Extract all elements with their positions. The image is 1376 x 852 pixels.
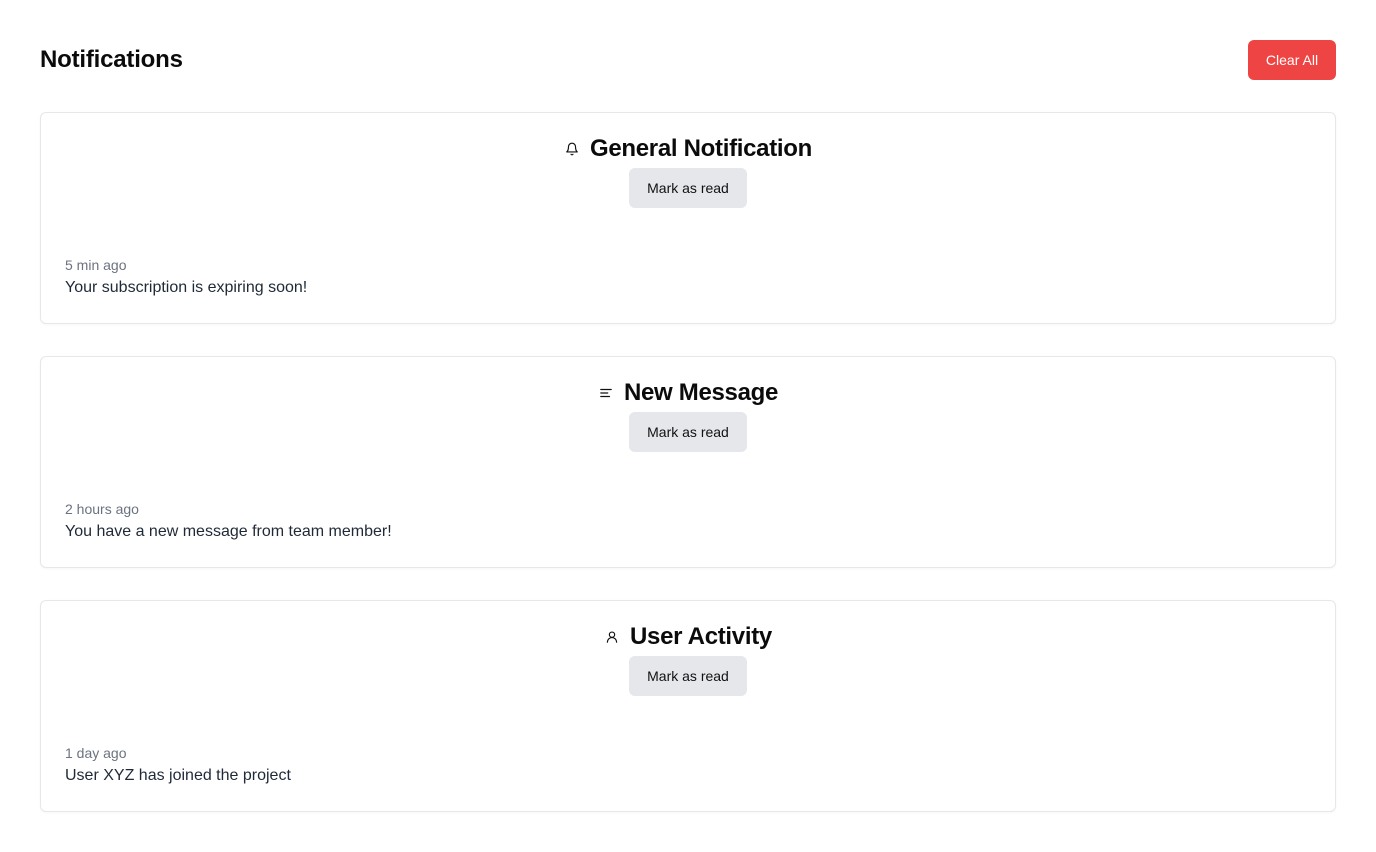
- notification-body: 2 hours ago You have a new message from …: [65, 499, 392, 543]
- notification-title-row: User Activity: [604, 621, 772, 653]
- notification-title: User Activity: [630, 623, 772, 650]
- notification-title-row: New Message: [598, 377, 778, 409]
- notification-title-row: General Notification: [564, 133, 812, 165]
- mark-as-read-button[interactable]: Mark as read: [629, 412, 747, 452]
- notification-time: 1 day ago: [65, 745, 127, 761]
- notification-title: General Notification: [589, 135, 813, 162]
- page-title: Notifications: [40, 46, 183, 73]
- message-lines-icon: [598, 385, 614, 401]
- notification-message: You have a new message from team member!: [65, 523, 392, 540]
- notification-header: New Message Mark as read: [41, 377, 1335, 452]
- notification-card: New Message Mark as read 2 hours ago You…: [40, 356, 1336, 568]
- notification-title: New Message: [623, 379, 779, 406]
- notification-card: User Activity Mark as read 1 day ago Use…: [40, 600, 1336, 812]
- notification-header: General Notification Mark as read: [41, 133, 1335, 208]
- notification-time: 2 hours ago: [65, 501, 139, 517]
- bell-icon: [564, 141, 580, 157]
- mark-as-read-button[interactable]: Mark as read: [629, 168, 747, 208]
- notification-body: 1 day ago User XYZ has joined the projec…: [65, 743, 291, 787]
- notification-card: General Notification Mark as read 5 min …: [40, 112, 1336, 324]
- notification-body: 5 min ago Your subscription is expiring …: [65, 255, 307, 299]
- notification-time: 5 min ago: [65, 257, 127, 273]
- mark-as-read-button[interactable]: Mark as read: [629, 656, 747, 696]
- notification-header: User Activity Mark as read: [41, 621, 1335, 696]
- page-header: Notifications Clear All: [40, 40, 1336, 80]
- user-icon: [604, 629, 620, 645]
- notification-message: Your subscription is expiring soon!: [65, 279, 308, 296]
- notification-message: User XYZ has joined the project: [65, 767, 291, 784]
- clear-all-button[interactable]: Clear All: [1248, 40, 1336, 80]
- notifications-page: Notifications Clear All General Notifica…: [0, 0, 1376, 852]
